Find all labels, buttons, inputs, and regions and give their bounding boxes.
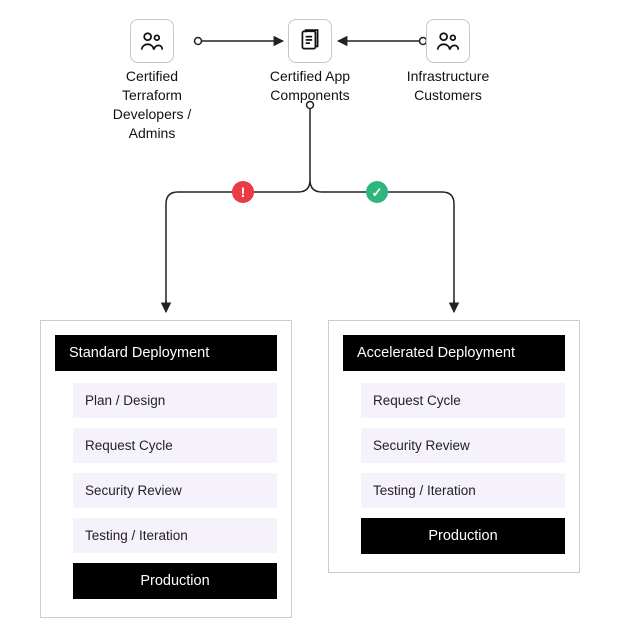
alert-badge: ! bbox=[232, 181, 254, 203]
alert-badge-text: ! bbox=[241, 185, 246, 199]
documents-icon bbox=[297, 28, 323, 54]
accelerated-step: Request Cycle bbox=[361, 383, 565, 418]
users-icon bbox=[139, 28, 165, 54]
developers-label: Certified Terraform Developers / Admins bbox=[102, 67, 202, 143]
accelerated-panel-title: Accelerated Deployment bbox=[343, 335, 565, 371]
components-label: Certified App Components bbox=[262, 67, 358, 105]
standard-step: Plan / Design bbox=[73, 383, 277, 418]
standard-step: Request Cycle bbox=[73, 428, 277, 463]
accelerated-deployment-panel: Accelerated Deployment Request Cycle Sec… bbox=[328, 320, 580, 573]
accelerated-step: Security Review bbox=[361, 428, 565, 463]
standard-deployment-panel: Standard Deployment Plan / Design Reques… bbox=[40, 320, 292, 618]
standard-step: Security Review bbox=[73, 473, 277, 508]
components-icon-box bbox=[288, 19, 332, 63]
accelerated-step: Testing / Iteration bbox=[361, 473, 565, 508]
users-icon bbox=[435, 28, 461, 54]
success-badge: ✓ bbox=[366, 181, 388, 203]
success-badge-text: ✓ bbox=[372, 186, 383, 199]
developers-icon-box bbox=[130, 19, 174, 63]
customers-icon-box bbox=[426, 19, 470, 63]
customers-label: Infrastructure Customers bbox=[400, 67, 496, 105]
standard-panel-title: Standard Deployment bbox=[55, 335, 277, 371]
accelerated-production: Production bbox=[361, 518, 565, 554]
standard-step: Testing / Iteration bbox=[73, 518, 277, 553]
standard-production: Production bbox=[73, 563, 277, 599]
